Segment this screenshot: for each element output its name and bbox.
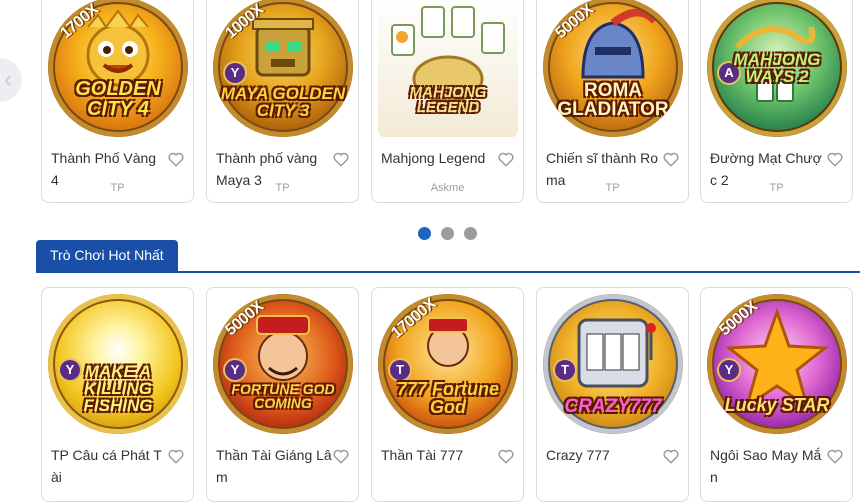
game-logo: ROMA GLADIATOR (557, 80, 669, 120)
game-card-maya-golden-city-3[interactable]: 1000X Y MAYA GOLDEN CITY 3 Thành phố vàn… (206, 0, 359, 203)
provider-label: TP (769, 182, 784, 194)
provider-label: TP (605, 182, 620, 194)
game-name: Ngôi Sao May Mắn (710, 447, 822, 485)
game-thumbnail[interactable]: 17000X T 777 Fortune God (378, 294, 518, 434)
heart-outline-icon[interactable] (662, 150, 680, 168)
game-logo: CRAZY777 (564, 396, 662, 417)
provider-label: TP (275, 182, 290, 194)
game-card-mahjong-ways-2[interactable]: A MAHJONG WAYS 2 Đường Mạt Chược 2 TP (700, 0, 853, 203)
game-logo: FORTUNE GOD COMING (231, 381, 335, 411)
heart-outline-icon[interactable] (497, 150, 515, 168)
chevron-left-icon: ‹ (4, 66, 12, 93)
heart-outline-icon[interactable] (497, 447, 515, 465)
game-thumbnail[interactable]: A MAHJONG WAYS 2 (707, 0, 847, 137)
carousel-pagination (418, 227, 477, 240)
game-card-make-a-killing-fishing[interactable]: Y MAKE A KILLING FISHING TP Câu cá Phát … (41, 287, 194, 502)
heart-outline-icon[interactable] (332, 447, 350, 465)
game-name: Thần Tài 777 (381, 447, 464, 463)
section-header: Trò Chơi Hot Nhất (36, 240, 860, 273)
section-title-tab[interactable]: Trò Chơi Hot Nhất (36, 240, 178, 271)
game-logo: Lucky STAR (724, 395, 830, 415)
game-card-roma-gladiator[interactable]: 5000X ROMA GLADIATOR Chiến sĩ thành Roma… (536, 0, 689, 203)
heart-outline-icon[interactable] (662, 447, 680, 465)
carousel-dot-2[interactable] (441, 227, 454, 240)
game-name: Crazy 777 (546, 447, 610, 463)
game-thumbnail[interactable]: 5000X Y Lucky STAR (707, 294, 847, 434)
heart-outline-icon[interactable] (826, 447, 844, 465)
t-badge-icon: T (390, 360, 410, 380)
game-card-mahjong-legend[interactable]: MAHJONG LEGEND Mahjong Legend Askme (371, 0, 524, 203)
game-name: Thần Tài Giáng Lâm (216, 447, 332, 485)
heart-outline-icon[interactable] (167, 447, 185, 465)
game-thumbnail[interactable]: 5000X Y FORTUNE GOD COMING (213, 294, 353, 434)
game-card-fortune-god-777[interactable]: 17000X T 777 Fortune God Thần Tài 777 (371, 287, 524, 502)
game-logo: MAKE A KILLING FISHING (83, 362, 153, 415)
game-logo: MAHJONG LEGEND (409, 84, 487, 116)
y-badge-icon: Y (719, 360, 739, 380)
provider-label: TP (110, 182, 125, 194)
game-logo: 777 Fortune God (396, 379, 500, 417)
game-card-golden-city-4[interactable]: 1700X GOLDEN CITY 4 Thành Phố Vàng 4 TP (41, 0, 194, 203)
game-card-fortune-god-coming[interactable]: 5000X Y FORTUNE GOD COMING Thần Tài Gián… (206, 287, 359, 502)
game-thumbnail[interactable]: Y MAKE A KILLING FISHING (48, 294, 188, 434)
game-logo: MAHJONG WAYS 2 (733, 50, 821, 86)
game-logo: MAYA GOLDEN CITY 3 (220, 84, 346, 120)
game-thumbnail[interactable]: MAHJONG LEGEND (378, 0, 518, 137)
heart-outline-icon[interactable] (332, 150, 350, 168)
game-card-crazy-777[interactable]: T CRAZY777 Crazy 777 (536, 287, 689, 502)
carousel-dot-1[interactable] (418, 227, 431, 240)
y-badge-icon: Y (225, 63, 245, 83)
y-badge-icon: Y (225, 360, 245, 380)
game-thumbnail[interactable]: 1000X Y MAYA GOLDEN CITY 3 (213, 0, 353, 137)
provider-label: Askme (430, 182, 465, 194)
t-badge-icon: T (555, 360, 575, 380)
game-card-lucky-star[interactable]: 5000X Y Lucky STAR Ngôi Sao May Mắn (700, 287, 853, 502)
mahjong-tiles-illustration (391, 6, 505, 103)
game-name: Mahjong Legend (381, 150, 486, 166)
game-logo: GOLDEN CITY 4 (75, 78, 161, 120)
carousel-prev-button[interactable]: ‹ (0, 58, 22, 102)
game-name: TP Câu cá Phát Tài (51, 447, 162, 485)
heart-outline-icon[interactable] (826, 150, 844, 168)
carousel-dot-3[interactable] (464, 227, 477, 240)
heart-outline-icon[interactable] (167, 150, 185, 168)
game-thumbnail[interactable]: 1700X GOLDEN CITY 4 (48, 0, 188, 137)
game-thumbnail[interactable]: T CRAZY777 (543, 294, 683, 434)
game-thumbnail[interactable]: 5000X ROMA GLADIATOR (543, 0, 683, 137)
